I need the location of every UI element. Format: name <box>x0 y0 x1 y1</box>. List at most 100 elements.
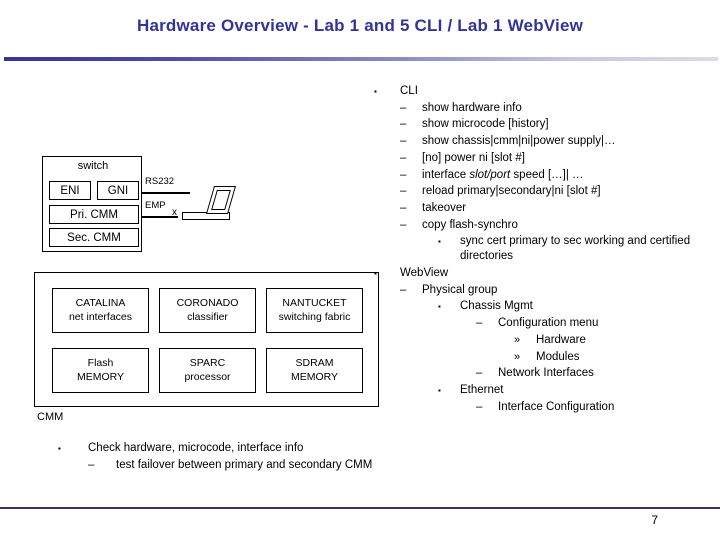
bullet-dash-icon: – <box>400 218 407 231</box>
bullet-dash-icon: – <box>400 135 407 148</box>
cmm-cell-role: classifier <box>187 310 228 323</box>
cmm-cell-role: MEMORY <box>76 370 125 383</box>
cli-command-interface-post: speed […]| … <box>510 168 584 181</box>
switch-box-secondary-cmm: Sec. CMM <box>49 228 139 247</box>
list-item: – show microcode [history] <box>400 117 714 132</box>
switch-box-eni: ENI <box>49 181 91 200</box>
bullet-dash-icon: – <box>400 283 407 296</box>
cmm-cell: NANTUCKET switching fabric <box>266 288 363 333</box>
cmm-diagram-caption: CMM <box>37 411 64 423</box>
bullet-dash-icon: – <box>476 400 483 413</box>
cmm-cell: SPARC processor <box>159 348 256 393</box>
list-item: – Interface Configuration <box>476 400 714 415</box>
bullet-guillemet-icon: » <box>514 350 521 363</box>
list-item: – [no] power ni [slot #] <box>400 151 714 166</box>
cmm-cell-role: MEMORY <box>290 370 339 383</box>
title-divider <box>4 57 718 61</box>
bullet-dash-icon: – <box>400 185 407 198</box>
cmm-cell-name: CORONADO <box>176 296 239 309</box>
list-item: – copy flash-synchro <box>400 218 714 233</box>
webview-heading: WebView <box>400 266 449 279</box>
webview-hardware: Hardware <box>536 333 586 346</box>
cli-command-interface-param: slot/port <box>469 168 511 181</box>
rs232-cable-label: RS232 <box>145 176 175 187</box>
webview-network-interfaces: Network Interfaces <box>498 367 594 380</box>
list-item: » Hardware <box>514 333 714 348</box>
bullet-square-icon: ▪ <box>438 385 441 395</box>
cmm-cell-name: NANTUCKET <box>282 296 347 309</box>
bullet-dash-icon: – <box>400 151 407 164</box>
page-title: Hardware Overview - Lab 1 and 5 CLI / La… <box>136 16 584 35</box>
cli-command-interface: interface slot/port speed […]| … <box>422 168 714 183</box>
bottom-bullet-list: ▪ Check hardware, microcode, interface i… <box>58 441 378 474</box>
cmm-cell-name: CATALINA <box>75 296 126 309</box>
emp-cable-label: EMP <box>145 200 166 211</box>
cmm-cell-name: SPARC <box>189 356 226 369</box>
cli-command: takeover <box>422 202 467 215</box>
list-item: ▪ Ethernet <box>438 383 714 398</box>
laptop-screen-icon <box>205 186 237 214</box>
list-item: ▪ Check hardware, microcode, interface i… <box>58 441 378 456</box>
list-item: ▪ sync cert primary to sec working and c… <box>438 234 714 263</box>
cli-command-interface-pre: interface <box>422 168 470 181</box>
cli-command: show microcode [history] <box>422 118 549 131</box>
list-item: – show chassis|cmm|ni|power supply|… <box>400 134 714 149</box>
cli-command: [no] power ni [slot #] <box>422 151 525 164</box>
list-item: » Modules <box>514 350 714 365</box>
list-item: ▪ Chassis Mgmt <box>438 299 714 314</box>
footer-divider <box>0 507 720 509</box>
cmm-cell-role: switching fabric <box>278 310 351 323</box>
switch-box-primary-cmm: Pri. CMM <box>49 205 139 224</box>
cmm-cell-name: SDRAM <box>295 356 334 369</box>
bullet-dash-icon: – <box>400 168 407 181</box>
bottom-test-failover: test failover between primary and second… <box>116 458 373 471</box>
cli-command: reload primary|secondary|ni [slot #] <box>422 185 601 198</box>
cmm-cell: CATALINA net interfaces <box>52 288 149 333</box>
rs232-cable-line <box>142 192 190 194</box>
switch-diagram: switch ENI GNI Pri. CMM Sec. CMM <box>42 156 142 252</box>
webview-configuration-menu: Configuration menu <box>498 317 599 330</box>
webview-ethernet: Ethernet <box>460 383 504 396</box>
bullet-dash-icon: – <box>400 118 407 131</box>
bullet-square-icon: ▪ <box>374 87 377 96</box>
switch-box-gni: GNI <box>97 181 139 200</box>
cmm-cell: CORONADO classifier <box>159 288 256 333</box>
list-item: – Physical group <box>400 283 714 298</box>
laptop-screen-inner-icon <box>211 190 231 210</box>
bullet-square-icon: ▪ <box>58 444 61 453</box>
cmm-cell-name: Flash <box>87 356 114 369</box>
list-item: – Configuration menu <box>476 316 714 331</box>
cli-heading: CLI <box>400 85 418 97</box>
cmm-cell: Flash MEMORY <box>52 348 149 393</box>
page-number: 7 <box>651 513 658 527</box>
webview-physical-group: Physical group <box>422 283 498 296</box>
bullet-dash-icon: – <box>400 101 407 114</box>
bottom-check-hardware: Check hardware, microcode, interface inf… <box>88 442 304 454</box>
list-item: ▪ CLI <box>374 84 714 99</box>
bullet-square-icon: ▪ <box>374 268 377 278</box>
list-item: – takeover <box>400 201 714 216</box>
webview-chassis-mgmt: Chassis Mgmt <box>460 300 533 313</box>
list-item: – interface slot/port speed […]| … <box>400 168 714 183</box>
bullet-square-icon: ▪ <box>438 302 441 312</box>
cli-command: show hardware info <box>422 101 522 114</box>
list-item: – test failover between primary and seco… <box>88 458 378 473</box>
list-item: – Network Interfaces <box>476 366 714 381</box>
bullet-square-icon: ▪ <box>438 237 441 247</box>
bullet-dash-icon: – <box>476 367 483 380</box>
bullet-dash-icon: – <box>88 458 95 471</box>
cmm-cell-role: net interfaces <box>68 310 133 323</box>
cable-crossover-marker: x <box>172 207 177 218</box>
cli-command: show chassis|cmm|ni|power supply|… <box>422 135 616 148</box>
bullet-guillemet-icon: » <box>514 333 521 346</box>
list-item: – show hardware info <box>400 101 714 116</box>
webview-modules: Modules <box>536 350 580 363</box>
cli-command: copy flash-synchro <box>422 218 518 231</box>
webview-interface-configuration: Interface Configuration <box>498 400 615 413</box>
sync-note: sync cert primary to sec working and cer… <box>460 235 691 263</box>
list-item: ▪ WebView <box>374 266 714 281</box>
console-connection-diagram: RS232 EMP x <box>142 156 252 252</box>
switch-caption: switch <box>77 160 109 172</box>
right-bullet-list: ▪ CLI – show hardware info – show microc… <box>374 84 714 416</box>
list-item: – reload primary|secondary|ni [slot #] <box>400 184 714 199</box>
